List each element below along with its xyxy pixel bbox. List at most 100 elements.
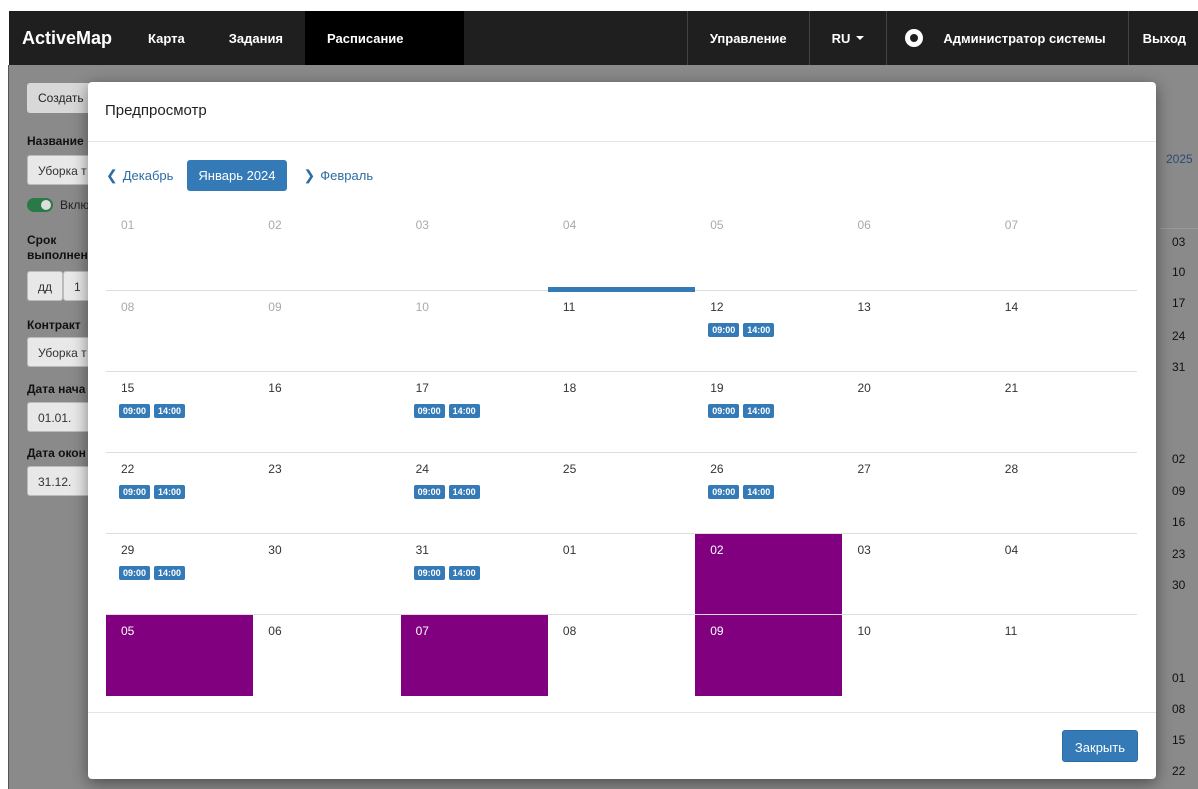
time-badges: 09:00 14:00: [119, 404, 189, 418]
time-badge[interactable]: 09:00: [413, 404, 445, 418]
user-menu[interactable]: Администратор системы: [886, 11, 1127, 65]
day-number: 14: [1004, 300, 1019, 314]
time-badge[interactable]: 14:00: [743, 404, 775, 418]
calendar-day-cell[interactable]: 03: [401, 209, 548, 290]
time-badge[interactable]: 09:00: [119, 485, 151, 499]
calendar-day-cell[interactable]: 09: [253, 291, 400, 372]
next-month-link[interactable]: ❯ Февраль: [304, 167, 374, 184]
right-week-number: 17: [1172, 296, 1186, 310]
contract-field[interactable]: Уборка т: [27, 337, 97, 367]
calendar-day-cell[interactable]: 08: [106, 291, 253, 372]
time-badge[interactable]: 14:00: [743, 485, 775, 499]
calendar-day-cell[interactable]: 06: [253, 615, 400, 696]
time-badge[interactable]: 14:00: [154, 404, 186, 418]
calendar-day-cell[interactable]: 06: [843, 209, 990, 290]
calendar-day-cell[interactable]: 04: [990, 534, 1137, 615]
time-badge[interactable]: 14:00: [448, 404, 480, 418]
nav-tasks[interactable]: Задания: [207, 11, 305, 65]
calendar-day-cell[interactable]: 30: [253, 534, 400, 615]
day-number: 22: [121, 462, 135, 476]
calendar-day-cell[interactable]: 02: [253, 209, 400, 290]
calendar-day-cell[interactable]: 20: [843, 372, 990, 453]
calendar-day-cell[interactable]: 10: [843, 615, 990, 696]
calendar-day-cell[interactable]: 19 09:00 14:00: [695, 372, 842, 453]
calendar-day-cell[interactable]: 10: [401, 291, 548, 372]
brand-logo[interactable]: ActiveMap: [9, 28, 126, 49]
calendar-day-cell[interactable]: 18: [548, 372, 695, 453]
calendar-day-cell[interactable]: 16: [253, 372, 400, 453]
time-badge[interactable]: 09:00: [413, 485, 445, 499]
time-badge[interactable]: 09:00: [119, 404, 151, 418]
prev-month-link[interactable]: ❮ Декабрь: [106, 167, 173, 184]
calendar-day-cell[interactable]: 25: [548, 453, 695, 534]
calendar-week-row: 05 06 07 08 09 10 11: [106, 614, 1137, 696]
calendar-day-cell[interactable]: 24 09:00 14:00: [401, 453, 548, 534]
calendar-day-cell[interactable]: 26 09:00 14:00: [695, 453, 842, 534]
calendar-day-cell[interactable]: 31 09:00 14:00: [401, 534, 548, 615]
next-month-label: Февраль: [320, 168, 374, 183]
day-number: 12: [710, 300, 724, 314]
calendar-day-cell[interactable]: 21: [990, 372, 1137, 453]
name-label: Название: [27, 134, 84, 148]
calendar-day-cell[interactable]: 23: [253, 453, 400, 534]
right-week-number: 08: [1172, 702, 1186, 716]
right-week-number: 03: [1172, 235, 1186, 249]
calendar-day-cell[interactable]: 12 09:00 14:00: [695, 291, 842, 372]
time-badge[interactable]: 09:00: [708, 485, 740, 499]
calendar-day-cell[interactable]: 07: [990, 209, 1137, 290]
enabled-toggle[interactable]: [27, 198, 53, 212]
calendar-day-cell[interactable]: 09: [695, 615, 843, 696]
calendar-day-cell[interactable]: 13: [843, 291, 990, 372]
time-badge[interactable]: 14:00: [743, 323, 775, 337]
calendar-day-cell[interactable]: 14: [990, 291, 1137, 372]
logout-link[interactable]: Выход: [1127, 11, 1198, 65]
nav-manage[interactable]: Управление: [686, 11, 809, 65]
nav-right-group: Управление RU Администратор системы Выхо…: [686, 11, 1198, 65]
day-number: 03: [415, 218, 429, 232]
calendar-day-cell[interactable]: 29 09:00 14:00: [106, 534, 253, 615]
time-badge[interactable]: 14:00: [448, 566, 480, 580]
day-number: 29: [121, 543, 135, 557]
calendar-day-cell[interactable]: 22 09:00 14:00: [106, 453, 253, 534]
calendar-day-cell[interactable]: 15 09:00 14:00: [106, 372, 253, 453]
language-dropdown[interactable]: RU: [808, 11, 887, 65]
time-badge[interactable]: 09:00: [119, 566, 151, 580]
nav-map[interactable]: Карта: [126, 11, 207, 65]
right-week-number: 23: [1172, 547, 1186, 561]
current-month-button[interactable]: Январь 2024: [187, 160, 287, 191]
day-number: 06: [857, 218, 871, 232]
day-number: 25: [562, 462, 577, 476]
time-badge[interactable]: 09:00: [413, 566, 445, 580]
create-button[interactable]: Создать: [27, 83, 97, 113]
time-badge[interactable]: 14:00: [154, 485, 186, 499]
calendar-day-cell[interactable]: 01: [548, 534, 695, 615]
end-date-field[interactable]: 31.12.: [27, 466, 97, 496]
calendar-day-cell[interactable]: 04: [548, 209, 695, 290]
calendar-day-cell[interactable]: 07: [400, 615, 548, 696]
term-unit[interactable]: дд: [27, 271, 63, 301]
calendar-day-cell[interactable]: 05: [106, 615, 254, 696]
time-badge[interactable]: 14:00: [448, 485, 480, 499]
calendar-day-cell[interactable]: 01: [106, 209, 253, 290]
calendar-day-cell[interactable]: 17 09:00 14:00: [401, 372, 548, 453]
calendar-day-cell[interactable]: 05: [695, 209, 842, 290]
calendar-day-cell[interactable]: 27: [843, 453, 990, 534]
time-badge[interactable]: 09:00: [708, 323, 740, 337]
nav-schedule[interactable]: Расписание: [305, 11, 464, 65]
calendar-day-cell[interactable]: 11: [547, 287, 696, 372]
time-badge[interactable]: 14:00: [154, 566, 186, 580]
right-week-number: 10: [1172, 265, 1186, 279]
close-button[interactable]: Закрыть: [1061, 730, 1138, 762]
time-badge[interactable]: 09:00: [708, 404, 740, 418]
right-week-number: 24: [1172, 329, 1186, 343]
name-field[interactable]: Уборка т: [27, 155, 97, 185]
user-name: Администратор системы: [943, 30, 1106, 46]
calendar-day-cell[interactable]: 28: [990, 453, 1137, 534]
calendar-day-cell[interactable]: 08: [548, 615, 695, 696]
calendar-day-cell[interactable]: 02: [695, 534, 843, 615]
day-number: 11: [562, 300, 576, 314]
calendar-day-cell[interactable]: 03: [843, 534, 990, 615]
day-number: 24: [415, 462, 429, 476]
start-date-field[interactable]: 01.01.: [27, 402, 97, 432]
calendar-day-cell[interactable]: 11: [990, 615, 1137, 696]
